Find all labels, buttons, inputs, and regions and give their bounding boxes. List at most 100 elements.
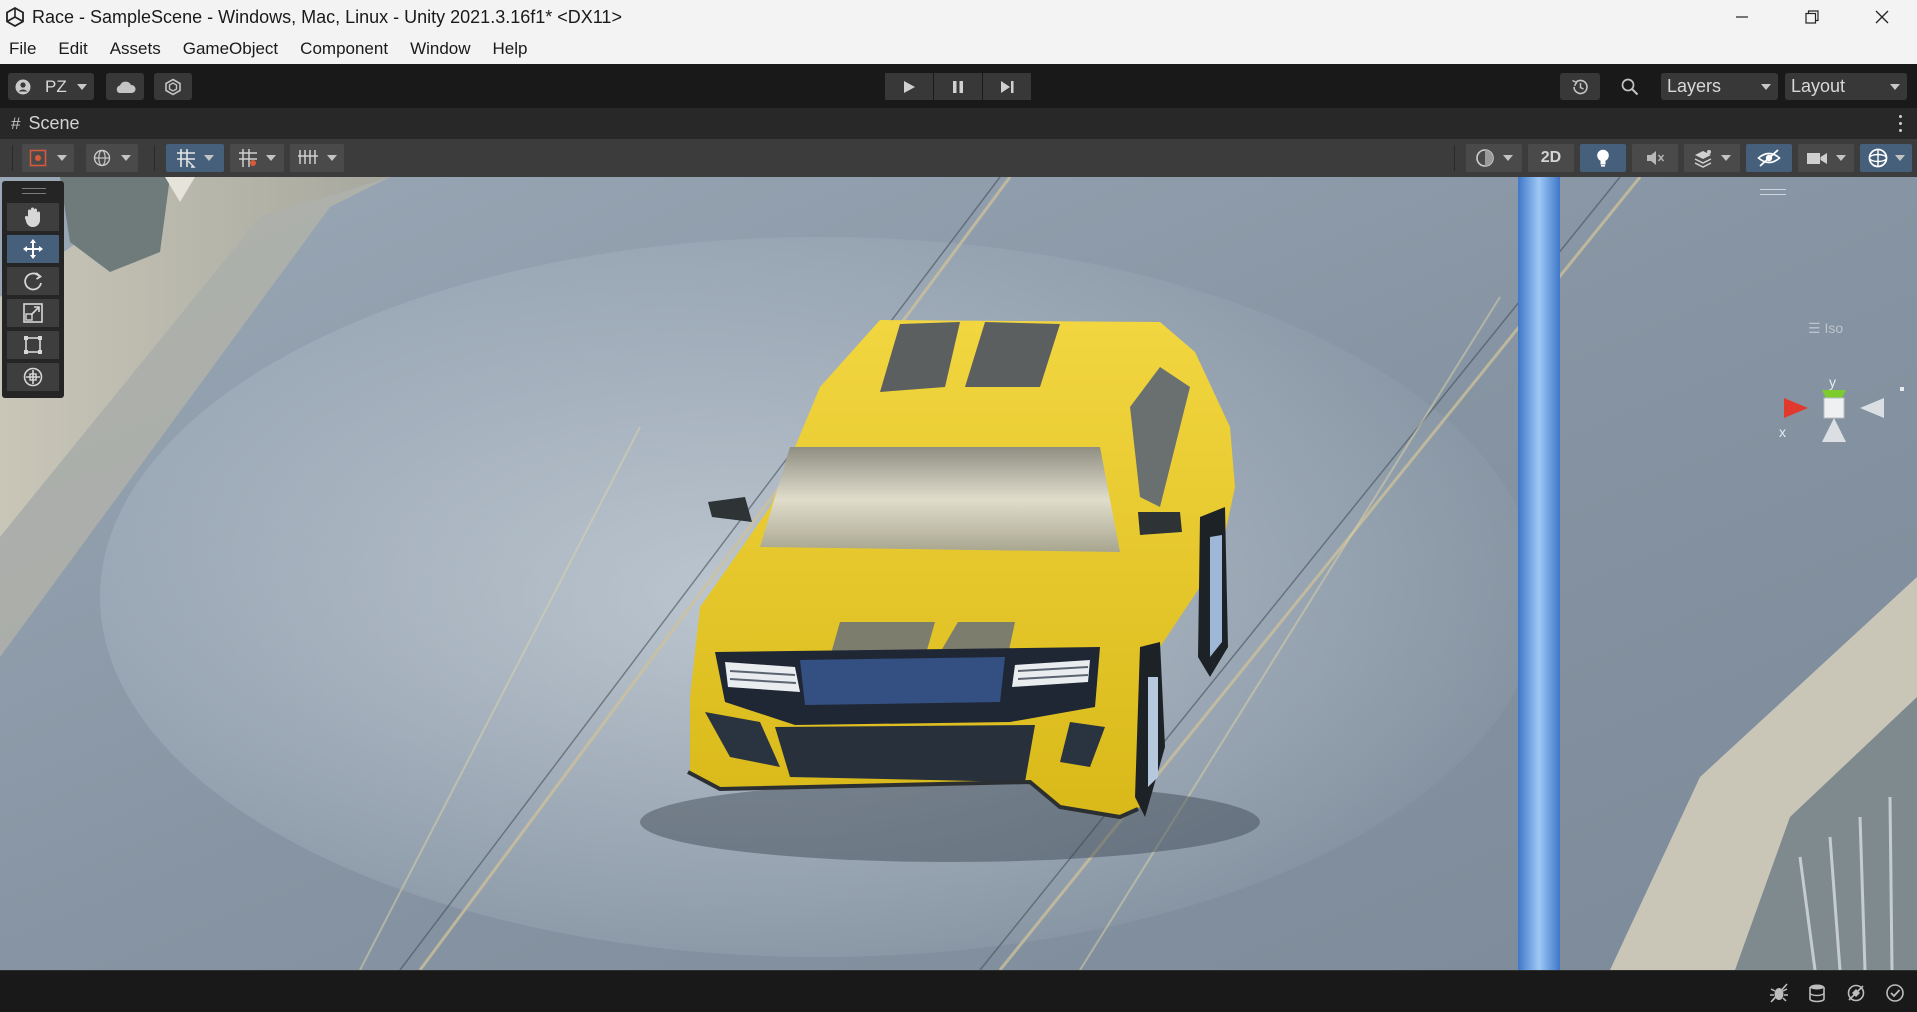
layers-label: Layers — [1667, 76, 1722, 96]
search-button[interactable] — [1610, 73, 1650, 100]
minimize-icon — [1736, 16, 1748, 18]
chevron-down-icon — [1761, 84, 1771, 90]
move-tool-button[interactable] — [7, 235, 59, 263]
cache-server-button[interactable] — [1806, 982, 1828, 1004]
chevron-down-icon — [1503, 155, 1513, 161]
increment-snap-icon — [239, 149, 257, 167]
undo-history-button[interactable] — [1560, 73, 1600, 100]
rotate-tool-button[interactable] — [7, 267, 59, 295]
chevron-down-icon — [266, 155, 276, 161]
globe-icon — [93, 149, 111, 167]
gizmo-x-axis[interactable] — [1784, 398, 1808, 418]
grid-snap-icon — [177, 149, 196, 168]
chevron-down-icon — [1890, 84, 1900, 90]
lighting-off-icon — [1847, 984, 1865, 1002]
gizmos-icon — [1868, 148, 1888, 168]
step-button[interactable] — [983, 73, 1031, 100]
projection-mode-label[interactable]: ☰ Iso — [1808, 320, 1843, 337]
menu-help[interactable]: Help — [493, 39, 528, 59]
menu-window[interactable]: Window — [410, 39, 470, 59]
layout-dropdown[interactable]: Layout — [1785, 73, 1907, 100]
gizmo-neg-y-axis[interactable] — [1822, 418, 1846, 442]
scene-visibility-toggle[interactable] — [1746, 144, 1792, 172]
tab-scene[interactable]: Scene — [28, 113, 79, 134]
play-icon — [904, 80, 915, 93]
account-label: PZ — [45, 76, 67, 96]
unity-logo-icon — [4, 6, 26, 28]
debug-mode-button[interactable] — [1768, 982, 1790, 1004]
scene-camera-dropdown[interactable] — [1798, 144, 1854, 172]
account-icon — [15, 79, 31, 94]
palette-drag-handle[interactable] — [22, 188, 46, 194]
effects-dropdown[interactable] — [1684, 144, 1740, 172]
chevron-down-icon — [121, 155, 131, 161]
tab-menu-icon[interactable] — [1899, 115, 1903, 132]
window-title: Race - SampleScene - Windows, Mac, Linux… — [32, 6, 622, 27]
cloud-button[interactable] — [106, 73, 144, 100]
gizmo-center[interactable] — [1823, 397, 1845, 419]
grid-visibility-dropdown[interactable] — [290, 144, 344, 172]
menu-file[interactable]: File — [9, 39, 36, 59]
scene-tab-bar: # Scene — [0, 108, 1917, 139]
lighting-toggle[interactable] — [1580, 144, 1626, 172]
chevron-down-icon — [77, 84, 87, 90]
rect-transform-icon — [24, 336, 42, 354]
pause-icon — [953, 80, 963, 93]
gizmo-lock-icon — [1900, 387, 1904, 391]
rect-tool-button[interactable] — [7, 331, 59, 359]
chevron-down-icon — [1836, 155, 1846, 161]
move-arrows-icon — [23, 239, 43, 259]
database-icon — [1809, 984, 1825, 1003]
scene-toolbar: 2D — [0, 139, 1917, 177]
tool-palette — [2, 181, 64, 398]
scale-icon — [23, 303, 43, 323]
minimize-button[interactable] — [1707, 0, 1777, 34]
effects-layers-icon — [1694, 150, 1712, 168]
layers-dropdown[interactable]: Layers — [1661, 73, 1778, 100]
hand-tool-button[interactable] — [7, 203, 59, 231]
close-button[interactable] — [1847, 0, 1917, 34]
restore-button[interactable] — [1777, 0, 1847, 34]
grid-snapping-toggle[interactable] — [166, 144, 224, 172]
toggle-2d-label: 2D — [1540, 149, 1562, 166]
play-button[interactable] — [885, 73, 933, 100]
audio-toggle[interactable] — [1632, 144, 1678, 172]
cloud-icon — [116, 81, 136, 93]
projection-label: Iso — [1824, 320, 1844, 336]
account-dropdown[interactable]: PZ — [8, 73, 94, 100]
chevron-down-icon — [327, 155, 337, 161]
toggle-2d-button[interactable]: 2D — [1528, 144, 1574, 172]
transform-tool-button[interactable] — [7, 363, 59, 391]
restore-icon — [1805, 10, 1819, 24]
rotate-icon — [24, 272, 43, 291]
check-circle-icon — [1886, 984, 1904, 1002]
close-icon — [1875, 10, 1889, 24]
menu-assets[interactable]: Assets — [110, 39, 161, 59]
scene-hash-icon: # — [11, 113, 21, 133]
collab-button[interactable] — [154, 73, 192, 100]
gizmo-neg-x-axis[interactable] — [1860, 398, 1884, 418]
global-local-dropdown[interactable] — [86, 144, 138, 172]
status-bar — [0, 970, 1917, 1012]
chevron-down-icon — [57, 155, 67, 161]
menu-gameobject[interactable]: GameObject — [183, 39, 278, 59]
auto-generate-lighting-button[interactable] — [1845, 982, 1867, 1004]
status-ok-button[interactable] — [1884, 982, 1906, 1004]
increment-snap-dropdown[interactable] — [230, 144, 284, 172]
view-orientation-gizmo[interactable]: y x — [1762, 372, 1912, 512]
menu-component[interactable]: Component — [300, 39, 388, 59]
shading-mode-dropdown[interactable] — [1466, 144, 1522, 172]
menu-edit[interactable]: Edit — [58, 39, 87, 59]
light-bulb-icon — [1597, 149, 1609, 167]
scene-viewport[interactable]: y x ☰ Iso — [0, 177, 1917, 970]
gizmos-dropdown[interactable] — [1860, 144, 1912, 172]
pause-button[interactable] — [934, 73, 982, 100]
hand-icon — [24, 207, 40, 228]
window-title-bar: Race - SampleScene - Windows, Mac, Linux… — [0, 0, 1917, 34]
chevron-down-icon — [204, 155, 214, 161]
transform-icon — [23, 367, 43, 387]
draw-mode-dropdown[interactable] — [22, 144, 74, 172]
gizmo-drag-handle[interactable] — [1760, 189, 1786, 195]
scale-tool-button[interactable] — [7, 299, 59, 327]
menu-bar: File Edit Assets GameObject Component Wi… — [0, 34, 1917, 64]
